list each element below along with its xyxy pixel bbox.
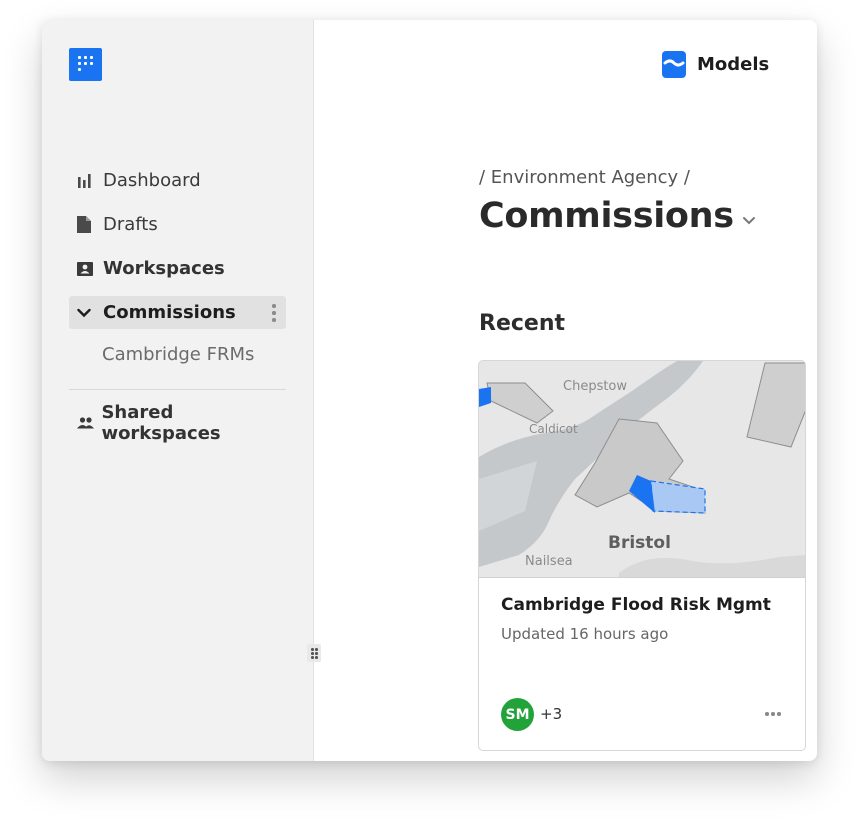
sidebar-item-shared-workspaces[interactable]: Shared workspaces (69, 402, 286, 444)
section-title-recent: Recent (479, 311, 566, 336)
page-title[interactable]: Commissions (479, 196, 756, 236)
sidebar-item-label: Shared workspaces (101, 401, 221, 444)
workspace-icon (69, 261, 101, 276)
dot-grid-logo-icon[interactable] (69, 48, 102, 81)
sidebar-item-label: Drafts (103, 214, 158, 235)
models-app-button[interactable]: Models (662, 51, 769, 78)
map-label-chepstow: Chepstow (563, 379, 627, 394)
models-label: Models (697, 54, 770, 75)
sidebar-item-label: Commissions (103, 302, 236, 323)
sidebar-item-drafts[interactable]: Drafts (69, 208, 286, 241)
sidebar-divider (69, 389, 286, 390)
sidebar: Dashboard Drafts Workspaces Commissions … (42, 20, 314, 761)
sidebar-item-label: Workspaces (103, 258, 225, 279)
avatar-more-count[interactable]: +3 (540, 705, 562, 723)
breadcrumb[interactable]: / Environment Agency / (479, 167, 690, 188)
map-label-nailsea: Nailsea (525, 554, 573, 569)
app-window: Dashboard Drafts Workspaces Commissions … (42, 20, 817, 761)
document-icon (69, 216, 101, 233)
map-label-bristol: Bristol (608, 533, 671, 553)
people-icon (69, 416, 99, 429)
sidebar-item-commissions[interactable]: Commissions (69, 296, 286, 329)
sidebar-resize-handle[interactable] (307, 644, 321, 662)
page-title-text: Commissions (479, 196, 734, 236)
card-map-thumbnail: Chepstow Caldicot Bristol Nailsea (479, 361, 805, 578)
more-vertical-icon[interactable] (272, 304, 276, 322)
card-updated-time: Updated 16 hours ago (501, 625, 669, 643)
sidebar-item-dashboard[interactable]: Dashboard (69, 164, 286, 197)
more-horizontal-icon[interactable] (765, 712, 783, 717)
avatar[interactable]: SM (501, 698, 534, 731)
bar-chart-icon (69, 173, 101, 188)
commission-card[interactable]: Chepstow Caldicot Bristol Nailsea Cambri… (478, 360, 806, 751)
sidebar-subitem-cambridge-frms[interactable]: Cambridge FRMs (102, 344, 254, 365)
chevron-down-icon[interactable] (69, 308, 101, 318)
sidebar-item-label: Dashboard (103, 170, 201, 191)
sidebar-item-workspaces[interactable]: Workspaces (69, 252, 286, 285)
map-label-caldicot: Caldicot (529, 422, 578, 436)
models-icon (662, 51, 686, 78)
chevron-down-icon[interactable] (742, 210, 756, 229)
card-title[interactable]: Cambridge Flood Risk Mgmt (501, 595, 771, 615)
